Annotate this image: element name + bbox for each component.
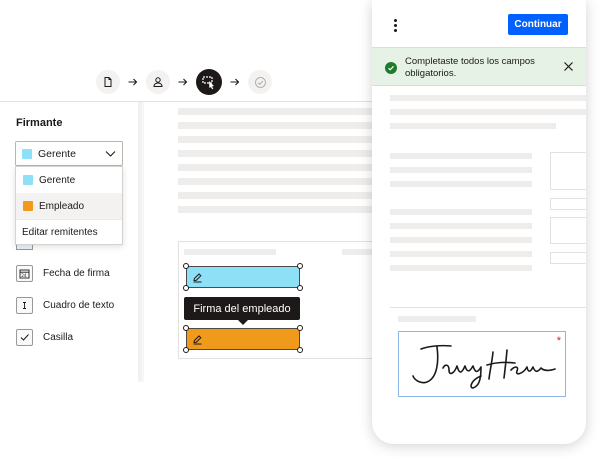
toast-message: Completaste todos los campos obligatorio…: [405, 56, 535, 79]
progress-stepper: [96, 69, 272, 95]
form-field-placeholder: [550, 252, 586, 264]
dropdown-option-manager[interactable]: Gerente: [16, 167, 122, 193]
text-placeholder: [178, 136, 372, 143]
arrow-right-icon: [120, 78, 146, 86]
more-options-icon[interactable]: [394, 19, 397, 32]
text-placeholder: [178, 178, 372, 185]
text-placeholder: [390, 251, 532, 257]
panel-divider: [138, 102, 144, 382]
cursor-select-icon: [202, 76, 214, 90]
text-placeholder: [390, 209, 532, 215]
handwritten-signature: [412, 344, 556, 389]
text-placeholder: [390, 153, 532, 159]
field-tooltip: Firma del empleado: [184, 297, 300, 320]
pen-icon: [193, 272, 202, 282]
resize-handle[interactable]: [297, 285, 303, 291]
signature-tool-icon: [16, 245, 33, 250]
resize-handle[interactable]: [183, 325, 189, 331]
step-recipients[interactable]: [146, 70, 170, 94]
step-document[interactable]: [96, 70, 120, 94]
signer-dropdown: Gerente Empleado Editar remitentes: [15, 166, 123, 245]
resize-handle[interactable]: [183, 347, 189, 353]
text-placeholder: [398, 316, 476, 322]
phone-preview: Continuar Completaste todos los campos o…: [372, 0, 586, 444]
text-placeholder: [178, 192, 372, 199]
signer-label: Firmante: [16, 117, 63, 129]
text-placeholder: [178, 150, 372, 157]
manager-signature-field[interactable]: [186, 266, 300, 288]
text-placeholder: [342, 249, 372, 255]
text-placeholder: [184, 249, 276, 255]
check-circle-icon: [385, 62, 397, 74]
tooltip-tail: [238, 320, 248, 325]
tool-text-box[interactable]: Cuadro de texto: [16, 297, 114, 314]
continue-button[interactable]: Continuar: [508, 14, 568, 35]
resize-handle[interactable]: [297, 263, 303, 269]
tool-sign-date[interactable]: 24 Fecha de firma: [16, 265, 110, 282]
check-circle-icon: [254, 76, 266, 88]
success-toast: Completaste todos los campos obligatorio…: [372, 47, 586, 86]
close-icon[interactable]: [563, 61, 574, 72]
svg-text:24: 24: [21, 273, 27, 278]
form-field-placeholder: [550, 152, 586, 190]
form-field-placeholder: [550, 217, 586, 244]
selected-signer: Gerente: [38, 147, 76, 160]
text-placeholder: [390, 265, 532, 271]
calendar-icon: 24: [16, 265, 33, 282]
manager-color-swatch: [23, 175, 33, 185]
text-placeholder: [390, 167, 532, 173]
text-placeholder: [178, 164, 372, 171]
signature-input[interactable]: *: [398, 331, 566, 397]
text-placeholder: [390, 181, 532, 187]
text-placeholder: [390, 123, 556, 129]
dropdown-option-employee[interactable]: Empleado: [16, 193, 122, 219]
chevron-down-icon: [105, 151, 116, 157]
text-placeholder: [390, 223, 532, 229]
text-box-icon: [16, 297, 33, 314]
employee-signature-field[interactable]: [186, 328, 300, 350]
signer-select[interactable]: Gerente: [15, 141, 123, 166]
text-placeholder: [390, 95, 586, 101]
document-icon: [104, 77, 112, 87]
arrow-right-icon: [170, 78, 196, 86]
text-placeholder: [178, 122, 372, 129]
employee-color-swatch: [23, 201, 33, 211]
text-placeholder: [178, 108, 372, 115]
text-placeholder: [390, 109, 586, 115]
resize-handle[interactable]: [183, 285, 189, 291]
resize-handle[interactable]: [297, 325, 303, 331]
arrow-right-icon: [222, 78, 248, 86]
tool-checkbox[interactable]: Casilla: [16, 329, 73, 346]
step-review[interactable]: [248, 70, 272, 94]
text-placeholder: [390, 237, 532, 243]
resize-handle[interactable]: [183, 263, 189, 269]
checkbox-icon: [16, 329, 33, 346]
pen-icon: [193, 334, 202, 344]
manager-color-swatch: [22, 148, 32, 159]
step-fields[interactable]: [196, 69, 222, 95]
edit-senders-option[interactable]: Editar remitentes: [16, 219, 122, 245]
required-asterisk: *: [556, 335, 561, 347]
person-icon: [153, 77, 163, 87]
resize-handle[interactable]: [297, 347, 303, 353]
text-placeholder: [178, 206, 372, 213]
form-field-placeholder: [550, 198, 586, 210]
